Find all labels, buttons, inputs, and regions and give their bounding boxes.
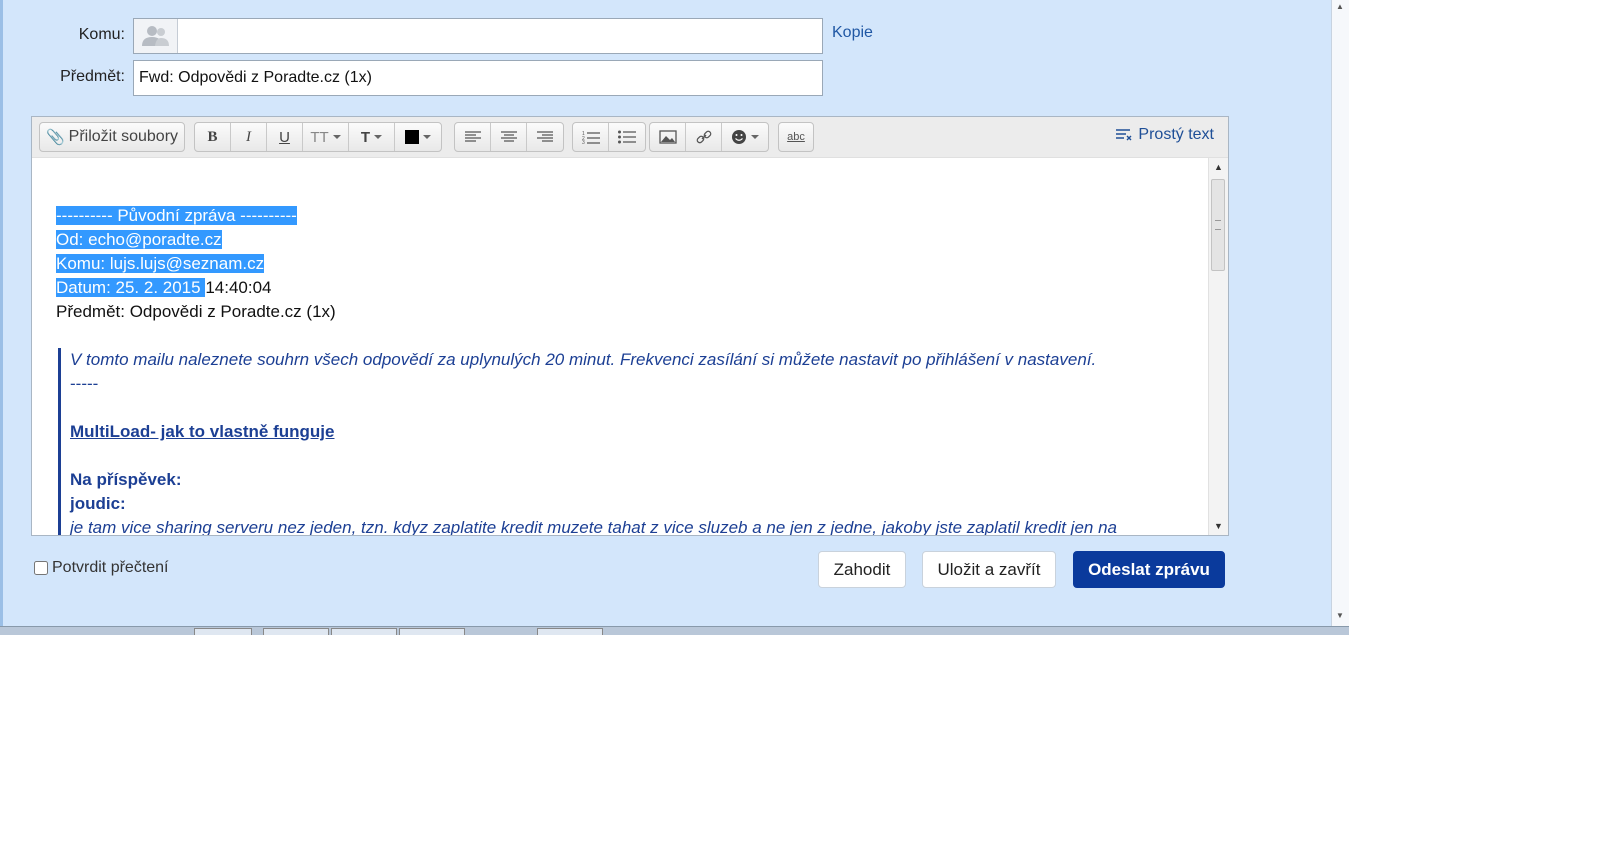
plain-text-toggle[interactable]: Prostý text (1116, 126, 1214, 144)
quote-intro: V tomto mailu naleznete souhrn všech odp… (70, 350, 1097, 369)
plain-text-label: Prostý text (1138, 126, 1214, 143)
discard-button[interactable]: Zahodit (818, 551, 906, 588)
quote-separator: ----- (70, 374, 99, 393)
attach-files-button[interactable]: 📎 Přiložit soubory (39, 122, 185, 152)
bullet-list-icon (618, 130, 636, 144)
subject-field[interactable] (133, 60, 823, 96)
taskbar (0, 626, 1349, 635)
confirm-read-label: Potvrdit přečtení (52, 559, 169, 576)
paperclip-icon: 📎 (45, 129, 65, 146)
scroll-down-icon[interactable]: ▼ (1214, 521, 1223, 531)
to-field[interactable] (133, 18, 823, 54)
confirm-read-input[interactable] (34, 561, 48, 575)
attach-files-label: Přiložit soubory (68, 128, 179, 145)
underline-button[interactable]: U (267, 123, 303, 151)
page-scroll-up-icon[interactable]: ▲ (1336, 2, 1344, 11)
bold-button[interactable]: B (195, 123, 231, 151)
spellcheck-button[interactable]: abc (779, 123, 813, 151)
align-center-icon (500, 131, 517, 142)
quote-author: joudic: (70, 494, 126, 513)
forward-separator-line: ---------- Původní zpráva ---------- (56, 206, 297, 225)
spellcheck-group: abc (778, 122, 814, 152)
save-close-button[interactable]: Uložit a zavřít (922, 551, 1056, 588)
bullet-list-button[interactable] (609, 123, 645, 151)
forward-subject-line: Předmět: Odpovědi z Poradte.cz (1x) (56, 302, 336, 321)
align-center-button[interactable] (491, 123, 527, 151)
message-body[interactable]: ---------- Původní zpráva ---------- Od:… (32, 158, 1208, 535)
page-scrollbar[interactable]: ▲ ▼ (1331, 0, 1349, 626)
align-group (454, 122, 564, 152)
font-family-dropdown[interactable]: T (349, 123, 395, 151)
chevron-down-icon (423, 135, 431, 139)
editor-scrollbar[interactable]: ▲ ▼ (1208, 158, 1228, 535)
align-right-icon (537, 131, 553, 142)
align-left-icon (464, 131, 481, 142)
scroll-thumb[interactable] (1211, 179, 1225, 271)
forward-from-line: Od: echo@poradte.cz (56, 230, 222, 249)
insert-link-button[interactable] (686, 123, 722, 151)
quote-text: je tam vice sharing serveru nez jeden, t… (70, 518, 1117, 535)
page-scroll-down-icon[interactable]: ▼ (1336, 611, 1344, 620)
numbered-list-button[interactable]: 123 (573, 123, 609, 151)
subject-input[interactable] (134, 61, 822, 95)
chevron-down-icon (332, 135, 341, 139)
font-family-label: T (360, 128, 371, 146)
taskbar-item[interactable] (331, 628, 397, 635)
taskbar-item[interactable] (263, 628, 329, 635)
list-group: 123 (572, 122, 646, 152)
subject-label: Předmět: (60, 68, 125, 85)
link-icon (696, 130, 711, 144)
to-input[interactable] (178, 19, 822, 53)
taskbar-item[interactable] (194, 628, 252, 635)
send-button[interactable]: Odeslat zprávu (1073, 551, 1225, 588)
font-size-label: TT (310, 128, 329, 146)
forward-date-line: Datum: 25. 2. 2015 14:40:04 (56, 278, 272, 297)
compose-window: Komu: Kopie Předmět: 📎 Přiložit soubory … (0, 0, 1349, 626)
smiley-icon (732, 130, 746, 144)
insert-image-button[interactable] (650, 123, 686, 151)
font-size-dropdown[interactable]: TT (303, 123, 349, 151)
taskbar-item[interactable] (399, 628, 465, 635)
message-editor: 📎 Přiložit soubory B I U TT T 1 2 3 abc … (31, 116, 1229, 536)
quote-bar (58, 348, 61, 535)
color-swatch-icon (405, 130, 419, 144)
forward-to-line: Komu: lujs.lujs@seznam.cz (56, 254, 265, 273)
insert-group (649, 122, 769, 152)
emoji-dropdown[interactable] (722, 123, 768, 151)
contacts-icon[interactable] (134, 19, 178, 53)
svg-text:3: 3 (582, 140, 585, 144)
quote-on-post: Na příspěvek: (70, 470, 182, 489)
quote-link-title[interactable]: MultiLoad- jak to vlastně funguje (70, 421, 334, 443)
align-right-button[interactable] (527, 123, 563, 151)
taskbar-item[interactable] (537, 628, 603, 635)
chevron-down-icon (751, 135, 759, 139)
align-left-button[interactable] (455, 123, 491, 151)
confirm-read-checkbox[interactable]: Potvrdit přečtení (34, 559, 169, 577)
italic-button[interactable]: I (231, 123, 267, 151)
editor-toolbar: 📎 Přiložit soubory B I U TT T 1 2 3 abc … (32, 117, 1228, 158)
text-color-dropdown[interactable] (395, 123, 441, 151)
text-format-group: B I U TT T (194, 122, 442, 152)
image-icon (658, 130, 677, 144)
scroll-up-icon[interactable]: ▲ (1214, 162, 1223, 172)
plain-text-icon (1116, 129, 1132, 141)
numbered-list-icon: 123 (582, 131, 600, 144)
to-label: Komu: (78, 26, 125, 43)
cc-link[interactable]: Kopie (832, 24, 873, 42)
chevron-down-icon (374, 135, 383, 139)
